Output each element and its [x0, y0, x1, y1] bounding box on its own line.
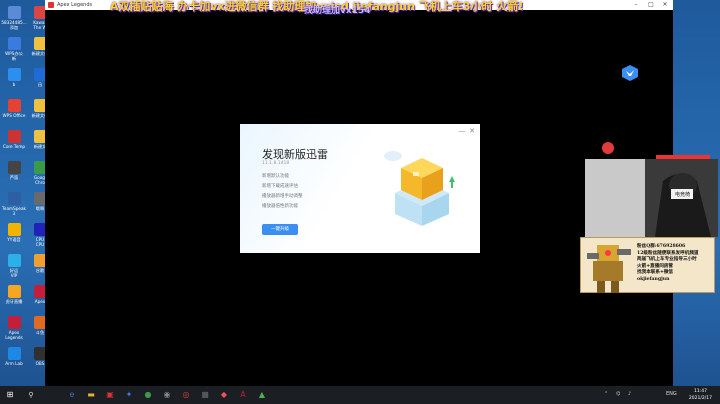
desktop-icon[interactable]: 58324485... 添加 — [1, 6, 27, 30]
desktop-icon[interactable]: Arm Lab — [1, 347, 27, 366]
taskbar-app-chrome[interactable]: ● — [141, 388, 155, 402]
feature-item: 播放器倍性新功能 — [262, 204, 298, 209]
minimize-button[interactable]: – — [629, 0, 643, 10]
upgrade-button[interactable]: 一键升级 — [262, 224, 298, 235]
close-button[interactable]: ✕ — [658, 0, 672, 10]
app-icon — [7, 37, 21, 50]
desktop-icon[interactable]: YY语音 — [1, 223, 27, 242]
taskbar-app-app-red2[interactable]: ◆ — [217, 388, 231, 402]
desktop-icon-sublabel: 3 — [12, 211, 16, 216]
dialog-title: 发现新版迅雷 — [262, 148, 328, 161]
taskbar-app-app-red[interactable]: ▣ — [103, 388, 117, 402]
system-tray: ⌃ ⌬ ♪ ENG 11:47 2021/2/17 — [600, 386, 720, 404]
webcam-image: 电竞椅 — [585, 159, 718, 237]
tray-arrow-icon[interactable]: ⌃ — [604, 391, 608, 397]
desktop-icon[interactable]: 好运 VIP — [1, 254, 27, 278]
taskbar-app-xunlei[interactable]: ✦ — [122, 388, 136, 402]
network-icon[interactable]: ⌬ — [616, 391, 620, 397]
app-icon — [7, 99, 21, 112]
taskbar-app-app-grey[interactable]: ◉ — [160, 388, 174, 402]
taskbar: ⊞ ⚲ e ▬ ▣ ✦ ● ◉ ◎ ■ ◆ A ▲ ⌃ ⌬ ♪ ENG 11:47 2021/2/1… — [0, 386, 720, 404]
taskbar-app-app-dark[interactable]: ■ — [198, 388, 212, 402]
clock-time: 11:47 — [693, 389, 707, 394]
desktop-icon[interactable]: 虎牙直播 — [1, 285, 27, 304]
taskbar-app-edge[interactable]: e — [65, 388, 79, 402]
clock-date: 2021/2/17 — [688, 396, 712, 401]
app-icon — [7, 6, 21, 19]
xunlei-bird-icon[interactable] — [621, 64, 639, 82]
feature-item: 新增默认功能 — [262, 174, 289, 179]
volume-icon[interactable]: ♪ — [628, 391, 631, 397]
app-icon — [7, 316, 21, 329]
taskbar-app-apex[interactable]: A — [236, 388, 250, 402]
robot-mascot-icon — [587, 245, 631, 293]
banner-text: 粉丝Q群:676928606 12级粉丝随便联系发呼机频道 两届飞机上车专业指导… — [637, 244, 713, 283]
dialog-version: 11.1.8.1418 — [262, 161, 290, 166]
desktop-icon[interactable]: Core Temp — [1, 130, 27, 149]
taskbar-app-app-green[interactable]: ▲ — [255, 388, 269, 402]
maximize-button[interactable]: □ — [644, 0, 658, 10]
desktop-icon[interactable]: b — [1, 68, 27, 87]
app-icon — [7, 347, 21, 360]
stream-ticker-overlap: 找助理加vx154 — [304, 6, 371, 16]
app-icon — [7, 223, 21, 236]
app-icon — [7, 130, 21, 143]
webcam-caption: 电竞椅 — [675, 191, 690, 198]
app-icon — [7, 285, 21, 298]
desktop-icon[interactable]: WPS Office — [1, 99, 27, 118]
desktop-icon-label: b — [12, 82, 16, 87]
feature-item: 新增下载成速评估 — [262, 184, 298, 189]
dialog-close-button[interactable]: ✕ — [468, 127, 476, 135]
desktop-icon-label: YY语音 — [7, 237, 21, 242]
clock[interactable]: 11:47 2021/2/17 — [689, 388, 712, 402]
taskbar-app-netease[interactable]: ◎ — [179, 388, 193, 402]
streamer-banner: 粉丝Q群:676928606 12级粉丝随便联系发呼机频道 两届飞机上车专业指导… — [580, 237, 715, 293]
desktop-icon-label: Arm Lab — [5, 361, 23, 366]
desktop-icon[interactable]: Apex Legends — [1, 316, 27, 340]
dialog-minimize-button[interactable]: — — [458, 127, 466, 135]
desktop-icon-sublabel: Legends — [5, 335, 23, 340]
package-box-illustration — [384, 151, 455, 226]
apex-app-icon — [48, 2, 54, 8]
start-button[interactable]: ⊞ — [3, 388, 17, 402]
app-icon — [7, 254, 21, 267]
desktop-icon[interactable]: TeamSpeak 3 — [1, 192, 27, 216]
desktop-icon-label: WPS Office — [2, 113, 26, 118]
app-icon — [7, 161, 21, 174]
feature-item: 播放器新增手动调整 — [262, 194, 303, 199]
desktop-icon[interactable]: 芦笛 — [1, 161, 27, 180]
desktop-icon-sublabel: 添加 — [9, 25, 19, 30]
desktop-icon[interactable]: WPS办公新 — [1, 37, 27, 61]
desktop-icon-label: 芦笛 — [9, 175, 19, 180]
app-icon — [7, 192, 21, 205]
input-language[interactable]: ENG — [666, 391, 677, 397]
desktop-icon-label: Core Temp — [2, 144, 26, 149]
update-dialog: — ✕ 发现新版迅雷 11.1.8.1418 新增默认功能 新增下载成速评估 播… — [240, 124, 480, 253]
app-icon — [7, 68, 21, 81]
webcam-feed: 电竞椅 — [585, 159, 718, 237]
netease-cloud-icon — [602, 142, 614, 154]
feature-list: 新增默认功能 新增下载成速评估 播放器新增手动调整 播放器倍性新功能 — [262, 172, 303, 212]
taskbar-app-explorer[interactable]: ▬ — [84, 388, 98, 402]
desktop-icon-sublabel: 新 — [11, 56, 17, 61]
desktop-icon-label: 虎牙直播 — [5, 299, 23, 304]
search-icon[interactable]: ⚲ — [20, 388, 42, 402]
window-title: Apex Legends — [57, 2, 93, 8]
desktop-icon-sublabel: VIP — [10, 273, 18, 278]
banner-line: okjiefangjun — [637, 276, 670, 282]
